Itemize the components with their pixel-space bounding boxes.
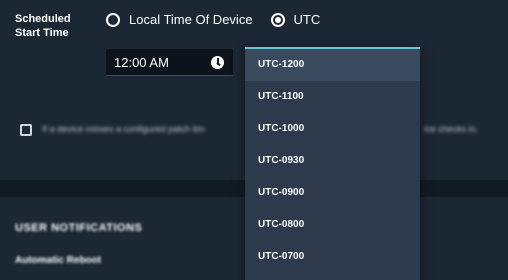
dropdown-option[interactable]: UTC-0800 <box>245 209 420 241</box>
dropdown-option[interactable]: UTC-1100 <box>245 81 420 113</box>
dropdown-option[interactable]: UTC-1000 <box>245 113 420 145</box>
missed-patch-text: If a device misses a configured patch ti… <box>42 124 205 134</box>
timezone-dropdown-menu[interactable]: UTC-1200 UTC-1100 UTC-1000 UTC-0930 UTC-… <box>245 47 420 280</box>
user-notifications-heading: USER NOTIFICATIONS <box>15 222 143 234</box>
dropdown-option[interactable]: UTC-1200 <box>245 49 420 81</box>
missed-patch-checkbox[interactable] <box>20 124 32 136</box>
scheduled-start-time-label: Scheduled Start Time <box>15 12 85 40</box>
dropdown-option[interactable]: UTC-0700 <box>245 241 420 273</box>
utc-radio[interactable] <box>270 12 285 27</box>
start-time-value: 12:00 AM <box>114 54 169 70</box>
clock-icon[interactable] <box>211 56 224 69</box>
start-time-input[interactable]: 12:00 AM <box>106 49 233 76</box>
dropdown-option[interactable]: UTC-0930 <box>245 145 420 177</box>
automatic-reboot-label: Automatic Reboot <box>15 255 102 266</box>
local-time-radio-label[interactable]: Local Time Of Device <box>129 12 253 27</box>
scheduled-label-line1: Scheduled <box>15 13 71 25</box>
dropdown-option[interactable]: UTC-0900 <box>245 177 420 209</box>
missed-patch-text-end: ice checks in. <box>424 124 479 134</box>
local-time-radio[interactable] <box>106 12 120 27</box>
utc-radio-label[interactable]: UTC <box>294 12 321 27</box>
page: Scheduled Start Time Local Time Of Devic… <box>0 0 508 280</box>
timezone-mode-radio-group: Local Time Of Device UTC <box>106 12 338 27</box>
scheduled-label-line2: Start Time <box>15 27 69 39</box>
